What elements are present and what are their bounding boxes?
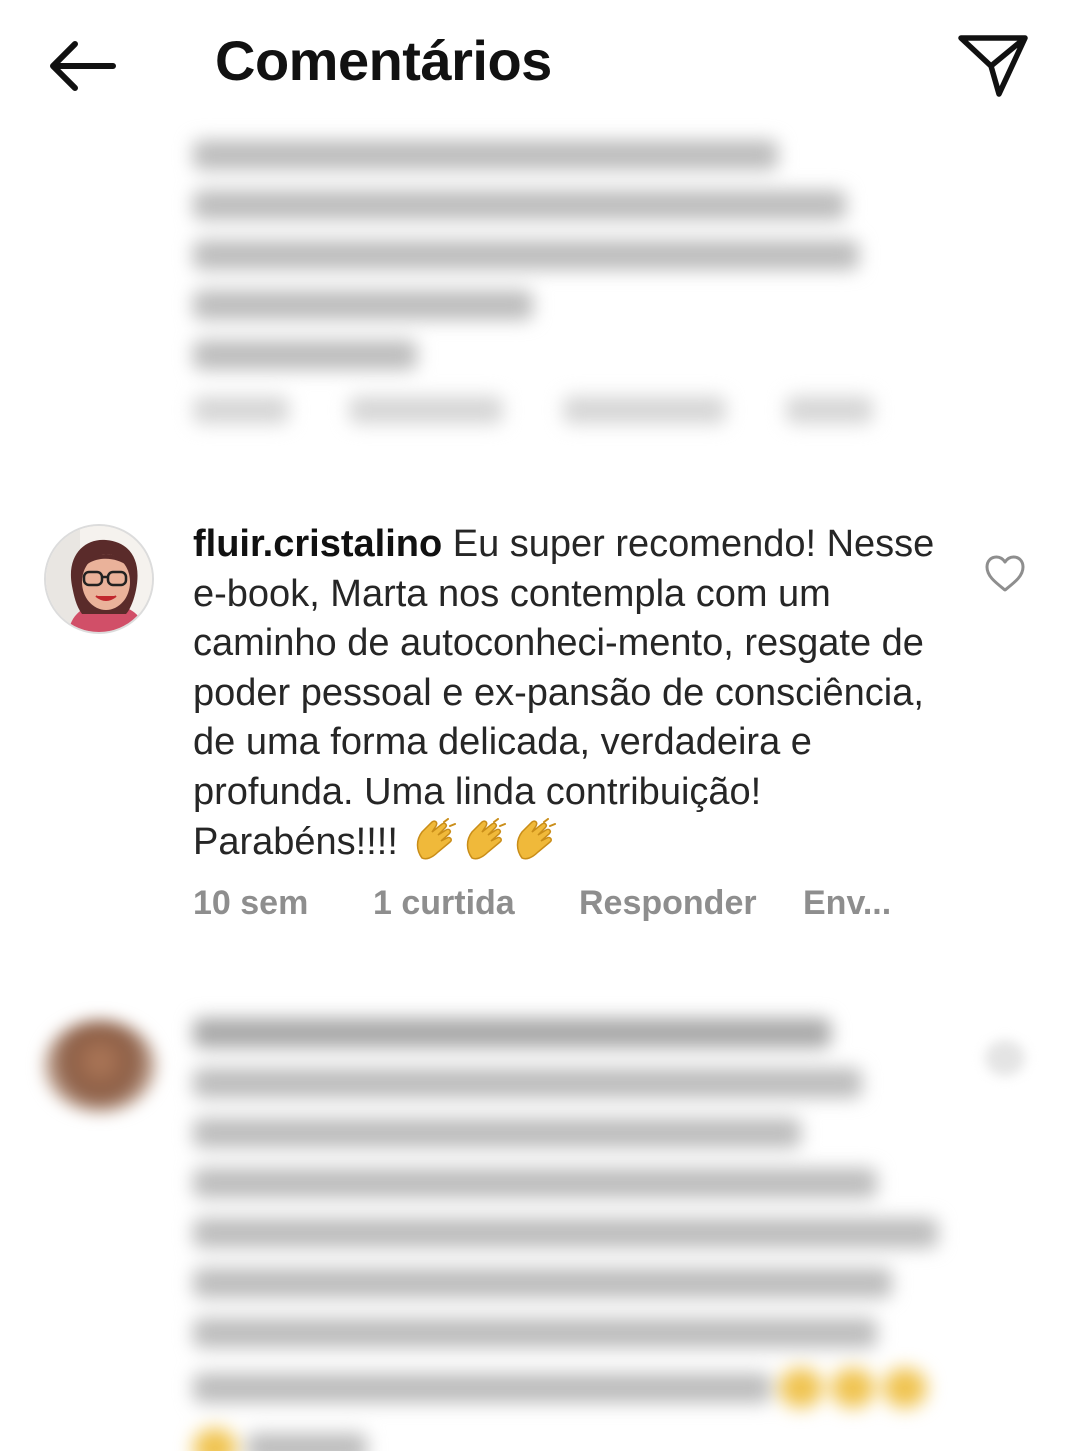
send-button[interactable]: Env...	[803, 884, 891, 923]
user-photo	[46, 526, 152, 632]
comment-message: Eu super recomendo! Nesse e-book, Marta …	[193, 523, 935, 863]
like-button[interactable]	[983, 554, 1027, 594]
comment-meta: 10 sem 1 curtida Responder Env...	[193, 884, 891, 923]
back-button[interactable]	[36, 30, 126, 102]
blurred-avatar	[44, 1020, 156, 1112]
share-button[interactable]	[950, 22, 1036, 108]
paper-plane-icon	[958, 35, 1028, 97]
blurred-comment-bottom	[193, 1018, 953, 1451]
comment-username[interactable]: fluir.cristalino	[193, 523, 442, 565]
comment-time: 10 sem	[193, 884, 309, 922]
comment-text: fluir.cristalino Eu super recomendo! Nes…	[193, 520, 953, 867]
clapping-hands-icon	[412, 817, 458, 862]
avatar[interactable]	[44, 524, 154, 634]
clapping-hands-icon	[512, 817, 558, 862]
clapping-hands-icon	[462, 817, 508, 862]
reply-button[interactable]: Responder	[579, 884, 803, 923]
heart-outline-icon	[985, 555, 1025, 592]
blurred-heart-icon	[985, 1040, 1025, 1076]
blurred-comment-top	[193, 140, 873, 424]
page-title: Comentários	[215, 29, 552, 92]
comment-likes-link[interactable]: 1 curtida	[373, 884, 579, 923]
top-bar: Comentários	[0, 0, 1080, 130]
arrow-left-icon	[50, 41, 116, 91]
